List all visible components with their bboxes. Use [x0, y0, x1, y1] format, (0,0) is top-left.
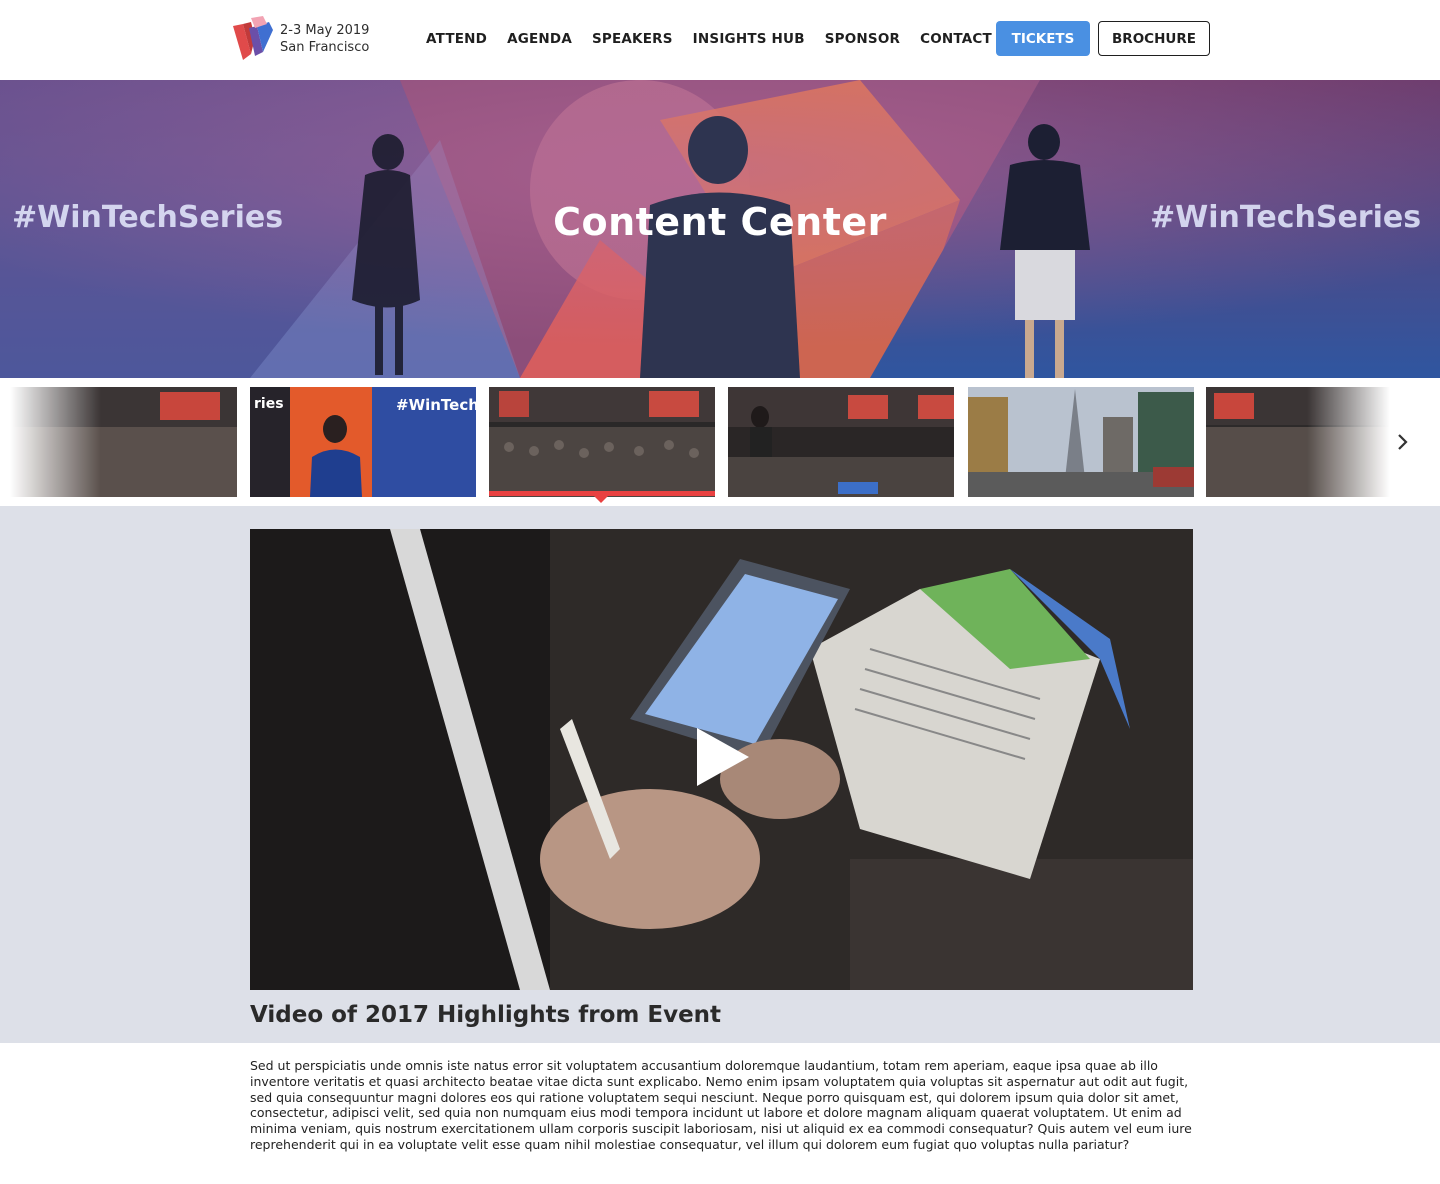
main-nav: ATTEND AGENDA SPEAKERS INSIGHTS HUB SPON… [426, 30, 1012, 48]
hero-banner: #WinTechSeries #WinTechSeries Content Ce… [0, 80, 1440, 378]
carousel-thumb-3-active[interactable] [489, 387, 715, 497]
video-player[interactable] [250, 529, 1193, 990]
nav-attend[interactable]: ATTEND [426, 30, 487, 48]
carousel-thumb-2[interactable]: ries #WinTech [250, 387, 476, 497]
carousel-thumb-1[interactable] [10, 387, 237, 497]
brochure-button[interactable]: BROCHURE [1098, 21, 1210, 56]
nav-contact[interactable]: CONTACT [920, 30, 992, 48]
nav-sponsor[interactable]: SPONSOR [825, 30, 900, 48]
carousel-thumb-4[interactable] [728, 387, 954, 497]
nav-agenda[interactable]: AGENDA [507, 30, 572, 48]
event-city: San Francisco [280, 40, 370, 55]
thumb-text: #WinTech [396, 396, 476, 414]
video-carousel: ries #WinTech [0, 378, 1440, 506]
nav-speakers[interactable]: SPEAKERS [592, 30, 673, 48]
video-title: Video of 2017 Highlights from Event [250, 1002, 722, 1028]
carousel-thumb-6[interactable] [1206, 387, 1390, 497]
nav-insights-hub[interactable]: INSIGHTS HUB [693, 30, 805, 48]
active-thumb-caret [594, 496, 608, 503]
carousel-thumb-5[interactable] [968, 387, 1194, 497]
play-icon[interactable] [697, 728, 749, 786]
brand-logo[interactable] [229, 16, 275, 62]
tickets-button[interactable]: TICKETS [996, 21, 1090, 56]
chevron-right-icon[interactable] [1390, 430, 1414, 454]
site-header: 2-3 May 2019 San Francisco ATTEND AGENDA… [0, 0, 1440, 80]
event-info: 2-3 May 2019 San Francisco [280, 22, 369, 56]
event-date: 2-3 May 2019 [280, 23, 370, 38]
featured-video-section: Video of 2017 Highlights from Event [0, 506, 1440, 1043]
thumb-text-partial: ries [254, 396, 284, 412]
page-title: Content Center [553, 200, 887, 244]
video-description: Sed ut perspiciatis unde omnis iste natu… [250, 1058, 1192, 1152]
